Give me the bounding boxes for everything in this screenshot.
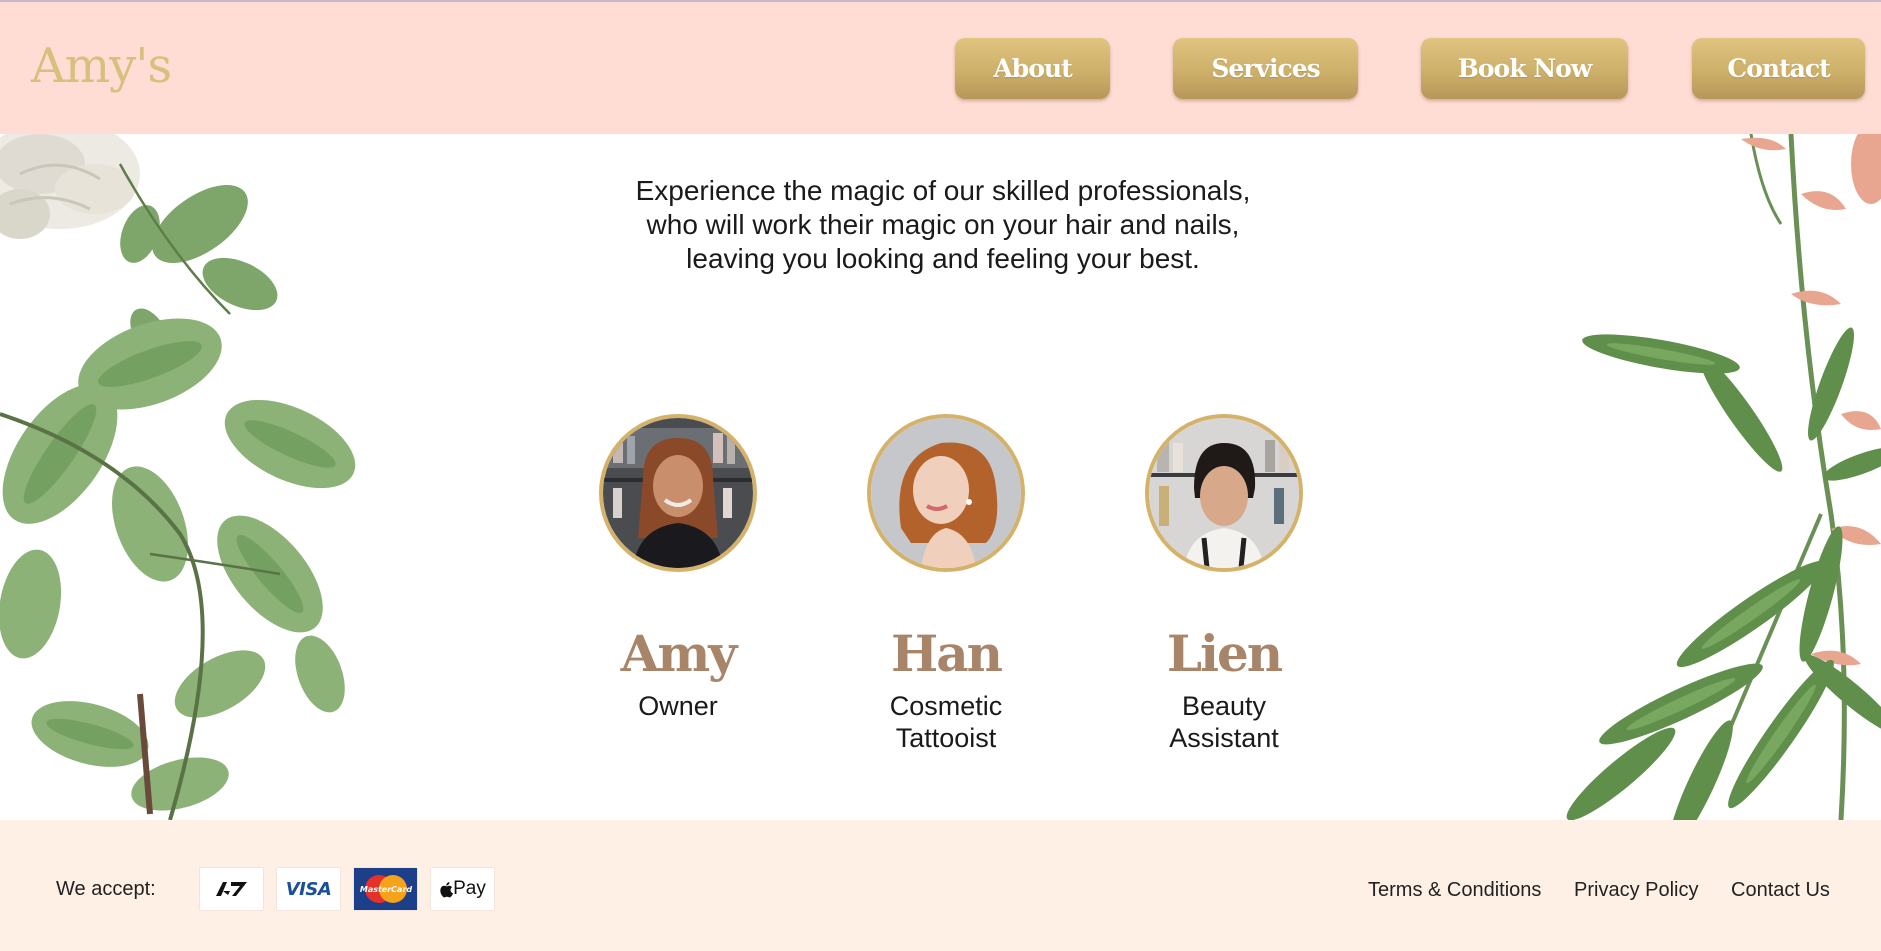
team-member-han: Han Cosmetic Tattooist: [861, 414, 1031, 754]
intro-text: Experience the magic of our skilled prof…: [560, 174, 1326, 276]
nav-services-button[interactable]: Services: [1173, 38, 1358, 99]
nav-contact-button[interactable]: Contact: [1692, 38, 1865, 99]
avatar: [867, 414, 1025, 572]
botanical-right-decoration: [1566, 134, 1881, 820]
intro-line: leaving you looking and feeling your bes…: [686, 243, 1200, 274]
mastercard-icon: MasterCard: [354, 868, 417, 910]
apple-pay-text: Pay: [453, 878, 486, 899]
intro-line: Experience the magic of our skilled prof…: [635, 175, 1251, 206]
lien-photo: [1149, 418, 1299, 568]
apple-logo-icon: [440, 881, 454, 897]
member-name: Han: [891, 624, 1003, 683]
nav-book-now-button[interactable]: Book Now: [1421, 38, 1628, 99]
mastercard-text: MasterCard: [359, 885, 412, 894]
intro-line: who will work their magic on your hair a…: [646, 209, 1240, 240]
team-member-amy: Amy Owner: [593, 414, 763, 722]
botanical-left-decoration: [0, 134, 356, 820]
we-accept-label: We accept:: [56, 878, 156, 900]
privacy-policy-link[interactable]: Privacy Policy: [1574, 878, 1698, 902]
avatar: [599, 414, 757, 572]
visa-icon: VISA: [277, 868, 340, 910]
apple-pay-icon: Pay: [431, 868, 494, 910]
afterpay-icon: [200, 868, 263, 910]
logo[interactable]: Amy's: [31, 36, 172, 96]
site-header: Amy's About Services Book Now Contact: [0, 0, 1881, 134]
member-role: Owner: [638, 691, 718, 721]
terms-conditions-link[interactable]: Terms & Conditions: [1368, 878, 1541, 902]
avatar: [1145, 414, 1303, 572]
member-role: Cosmetic Tattooist: [889, 691, 1003, 753]
han-photo: [871, 418, 1021, 568]
amy-photo: [603, 418, 753, 568]
member-role: Beauty Assistant: [1169, 691, 1279, 753]
nav-about-button[interactable]: About: [955, 38, 1110, 99]
visa-text: VISA: [285, 878, 332, 900]
team-member-lien: Lien Beauty Assistant: [1139, 414, 1309, 754]
team-section: Experience the magic of our skilled prof…: [0, 134, 1881, 820]
contact-us-link[interactable]: Contact Us: [1731, 878, 1830, 902]
member-name: Lien: [1166, 624, 1283, 683]
member-name: Amy: [620, 624, 738, 683]
